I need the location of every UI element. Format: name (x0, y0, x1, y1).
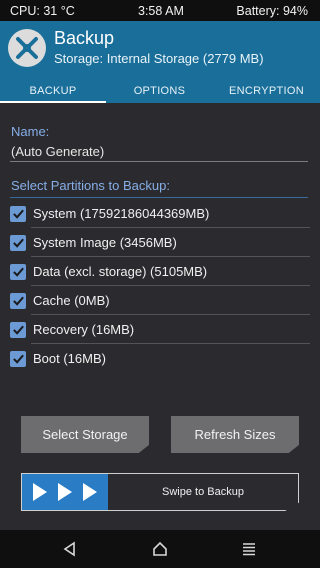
partition-label: Boot (16MB) (33, 351, 106, 366)
checkbox-checked-icon[interactable] (10, 205, 26, 222)
tab-options[interactable]: OPTIONS (106, 79, 213, 103)
home-icon[interactable] (150, 539, 170, 559)
checkbox-checked-icon[interactable] (10, 292, 26, 309)
partition-label: System (17592186044369MB) (33, 206, 210, 221)
arrow-right-icon (33, 483, 48, 501)
partition-system-image[interactable]: System Image (3456MB) (10, 228, 310, 257)
cpu-temperature: CPU: 31 °C (10, 3, 75, 18)
backup-name-input[interactable]: (Auto Generate) (11, 144, 104, 159)
tab-backup[interactable]: BACKUP (0, 79, 106, 103)
partitions-divider (10, 197, 308, 198)
swipe-to-backup-slider[interactable]: Swipe to Backup (21, 473, 299, 511)
twrp-logo-icon (8, 29, 46, 67)
name-label: Name: (11, 124, 50, 139)
checkbox-checked-icon[interactable] (10, 263, 26, 280)
partition-label: System Image (3456MB) (33, 235, 177, 250)
checkbox-checked-icon[interactable] (10, 234, 26, 251)
partition-cache[interactable]: Cache (0MB) (10, 286, 310, 315)
name-underline (10, 161, 308, 162)
checkbox-checked-icon[interactable] (10, 350, 26, 367)
arrow-right-icon (57, 483, 72, 501)
arrow-right-icon (82, 483, 97, 501)
refresh-sizes-button[interactable]: Refresh Sizes (171, 416, 299, 453)
partition-label: Recovery (16MB) (33, 322, 135, 337)
menu-icon[interactable] (239, 539, 259, 559)
partition-label: Data (excl. storage) (5105MB) (33, 264, 208, 279)
checkbox-checked-icon[interactable] (10, 321, 26, 338)
select-storage-button[interactable]: Select Storage (21, 416, 149, 453)
tab-encryption[interactable]: ENCRYPTION (213, 79, 320, 103)
partitions-label: Select Partitions to Backup: (11, 178, 170, 193)
clock: 3:58 AM (138, 3, 184, 18)
page-title: Backup (54, 28, 115, 48)
swipe-label: Swipe to Backup (162, 486, 244, 498)
partition-data[interactable]: Data (excl. storage) (5105MB) (10, 257, 310, 286)
tab-bar: BACKUP OPTIONS ENCRYPTION (0, 79, 320, 103)
partition-recovery[interactable]: Recovery (16MB) (10, 315, 310, 344)
storage-info[interactable]: Storage: Internal Storage (2779 MB) (54, 51, 264, 66)
backup-panel: Name: (Auto Generate) Select Partitions … (0, 103, 320, 530)
header: Backup Storage: Internal Storage (2779 M… (0, 21, 320, 79)
navigation-bar (0, 530, 320, 568)
swipe-handle[interactable] (22, 474, 108, 510)
partition-boot[interactable]: Boot (16MB) (10, 344, 310, 373)
partition-system[interactable]: System (17592186044369MB) (10, 199, 310, 228)
back-triangle-icon[interactable] (60, 539, 80, 559)
partition-label: Cache (0MB) (33, 293, 110, 308)
status-bar: CPU: 31 °C 3:58 AM Battery: 94% (0, 0, 320, 21)
battery-status: Battery: 94% (236, 3, 308, 18)
